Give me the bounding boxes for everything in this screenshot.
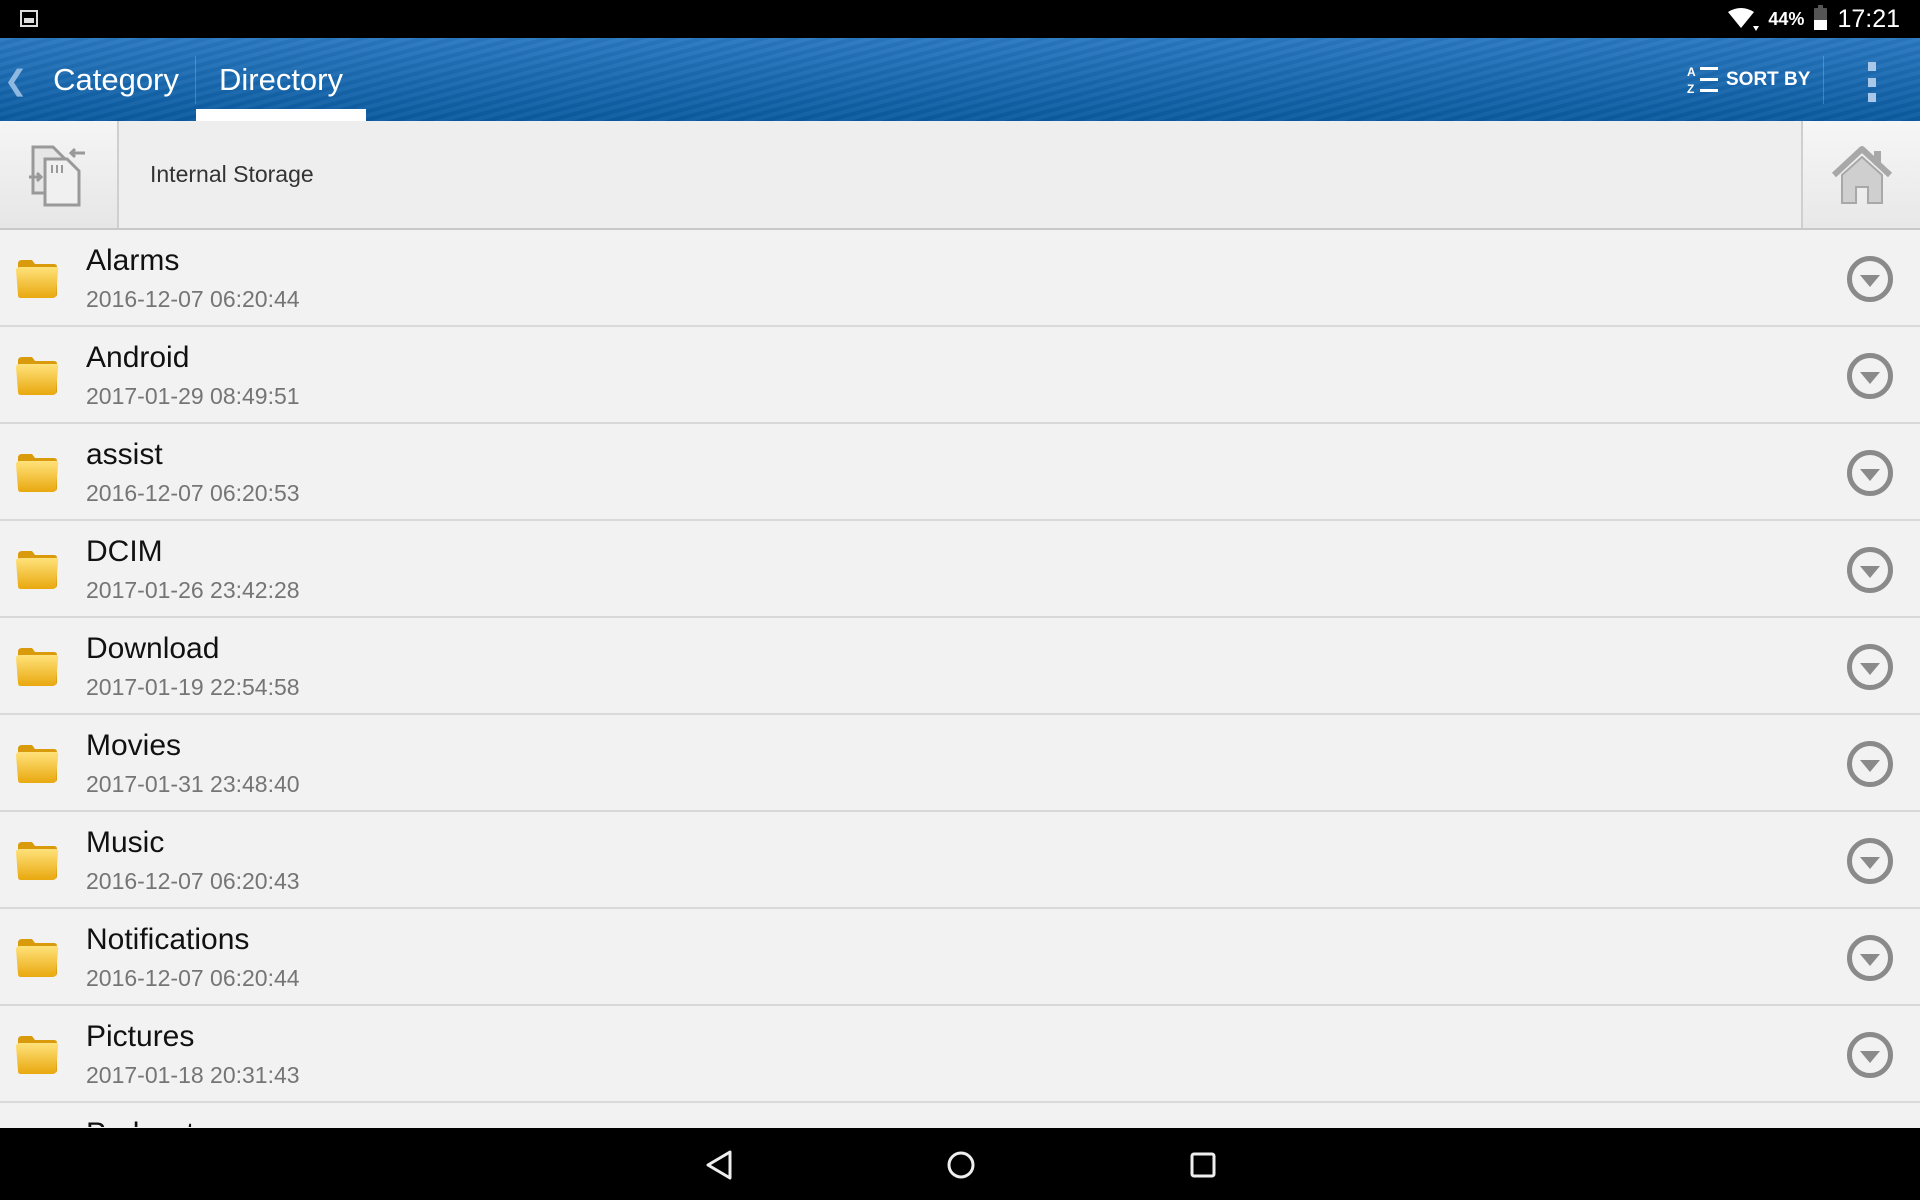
item-menu-button[interactable] bbox=[1847, 256, 1893, 302]
home-circle-icon bbox=[947, 1151, 975, 1179]
file-row[interactable]: Podcasts bbox=[0, 1103, 1920, 1127]
more-vert-icon[interactable] bbox=[1860, 62, 1884, 102]
item-menu-button[interactable] bbox=[1847, 935, 1893, 981]
file-row[interactable]: Movies 2017-01-31 23:48:40 bbox=[0, 715, 1920, 812]
navigation-bar bbox=[0, 1128, 1920, 1200]
folder-icon bbox=[14, 836, 60, 882]
file-name: DCIM bbox=[86, 535, 163, 568]
file-name: Download bbox=[86, 632, 220, 665]
folder-icon bbox=[14, 254, 60, 300]
app-bar: ❮ Category Directory A Z SORT BY bbox=[0, 38, 1920, 121]
file-name: Podcasts bbox=[86, 1117, 209, 1127]
file-date: 2016-12-07 06:20:43 bbox=[86, 868, 300, 894]
file-row[interactable]: Music 2016-12-07 06:20:43 bbox=[0, 812, 1920, 909]
back-button[interactable] bbox=[696, 1142, 742, 1188]
storage-bar: Internal Storage bbox=[0, 121, 1920, 230]
file-date: 2017-01-29 08:49:51 bbox=[86, 383, 300, 409]
file-date: 2016-12-07 06:20:44 bbox=[86, 965, 300, 991]
battery-icon bbox=[1814, 5, 1828, 30]
back-icon bbox=[706, 1150, 732, 1180]
storage-switch-button[interactable] bbox=[0, 121, 119, 228]
status-bar: 44% 17:21 bbox=[0, 0, 1920, 38]
home-icon bbox=[1831, 145, 1892, 204]
tab-category[interactable]: Category bbox=[36, 38, 196, 121]
wifi-icon bbox=[1728, 8, 1760, 31]
folder-icon bbox=[14, 351, 60, 397]
file-date: 2016-12-07 06:20:53 bbox=[86, 480, 300, 506]
home-button[interactable] bbox=[1801, 121, 1920, 228]
item-menu-button[interactable] bbox=[1847, 1032, 1893, 1078]
item-menu-button[interactable] bbox=[1847, 838, 1893, 884]
tab-selected-indicator bbox=[196, 109, 366, 121]
file-row[interactable]: assist 2016-12-07 06:20:53 bbox=[0, 424, 1920, 521]
folder-icon bbox=[14, 739, 60, 785]
file-row[interactable]: Notifications 2016-12-07 06:20:44 bbox=[0, 909, 1920, 1006]
folder-icon bbox=[14, 642, 60, 688]
clock: 17:21 bbox=[1837, 4, 1900, 33]
file-name: Alarms bbox=[86, 244, 180, 277]
dropdown-arrow-icon bbox=[1860, 1050, 1880, 1063]
folder-icon bbox=[14, 448, 60, 494]
file-name: Android bbox=[86, 341, 190, 374]
toolbar-divider bbox=[1823, 56, 1824, 104]
file-row[interactable]: Download 2017-01-19 22:54:58 bbox=[0, 618, 1920, 715]
sort-by-button[interactable]: A Z SORT BY bbox=[1686, 38, 1810, 121]
sd-card-switch-icon bbox=[28, 145, 85, 206]
recents-button[interactable] bbox=[1180, 1142, 1226, 1188]
home-nav-button[interactable] bbox=[938, 1142, 984, 1188]
file-name: Movies bbox=[86, 729, 182, 762]
file-name: Notifications bbox=[86, 923, 250, 956]
sort-by-label: SORT BY bbox=[1726, 68, 1811, 90]
item-menu-button[interactable] bbox=[1847, 450, 1893, 496]
chevron-left-icon[interactable]: ❮ bbox=[4, 64, 27, 97]
file-date: 2016-12-07 06:20:44 bbox=[86, 286, 300, 312]
file-row[interactable]: Android 2017-01-29 08:49:51 bbox=[0, 327, 1920, 424]
item-menu-button[interactable] bbox=[1847, 741, 1893, 787]
item-menu-button[interactable] bbox=[1847, 644, 1893, 690]
file-name: Music bbox=[86, 826, 165, 859]
dropdown-arrow-icon bbox=[1860, 274, 1880, 287]
dropdown-arrow-icon bbox=[1860, 565, 1880, 578]
dropdown-arrow-icon bbox=[1860, 856, 1880, 869]
battery-percent: 44% bbox=[1768, 8, 1805, 29]
svg-text:A: A bbox=[1687, 65, 1696, 79]
folder-icon bbox=[14, 933, 60, 979]
file-name: assist bbox=[86, 438, 163, 471]
file-row[interactable]: Alarms 2016-12-07 06:20:44 bbox=[0, 230, 1920, 327]
file-row[interactable]: DCIM 2017-01-26 23:42:28 bbox=[0, 521, 1920, 618]
dropdown-arrow-icon bbox=[1860, 953, 1880, 966]
storage-path-label: Internal Storage bbox=[150, 161, 314, 187]
recents-icon bbox=[1190, 1152, 1216, 1178]
item-menu-button[interactable] bbox=[1847, 547, 1893, 593]
dropdown-arrow-icon bbox=[1860, 662, 1880, 675]
folder-icon bbox=[14, 1030, 60, 1076]
dropdown-arrow-icon bbox=[1860, 371, 1880, 384]
svg-text:Z: Z bbox=[1687, 82, 1694, 96]
folder-icon bbox=[14, 545, 60, 591]
file-date: 2017-01-31 23:48:40 bbox=[86, 771, 300, 797]
file-date: 2017-01-26 23:42:28 bbox=[86, 577, 300, 603]
file-list: Alarms 2016-12-07 06:20:44 Android 2017-01-… bbox=[0, 230, 1920, 1127]
dropdown-arrow-icon bbox=[1860, 759, 1880, 772]
file-date: 2017-01-19 22:54:58 bbox=[86, 674, 300, 700]
image-notification-icon bbox=[20, 10, 38, 27]
sort-az-icon: A Z bbox=[1686, 63, 1720, 97]
file-name: Pictures bbox=[86, 1020, 195, 1053]
file-row[interactable]: Pictures 2017-01-18 20:31:43 bbox=[0, 1006, 1920, 1103]
file-date: 2017-01-18 20:31:43 bbox=[86, 1062, 300, 1088]
item-menu-button[interactable] bbox=[1847, 353, 1893, 399]
dropdown-arrow-icon bbox=[1860, 468, 1880, 481]
